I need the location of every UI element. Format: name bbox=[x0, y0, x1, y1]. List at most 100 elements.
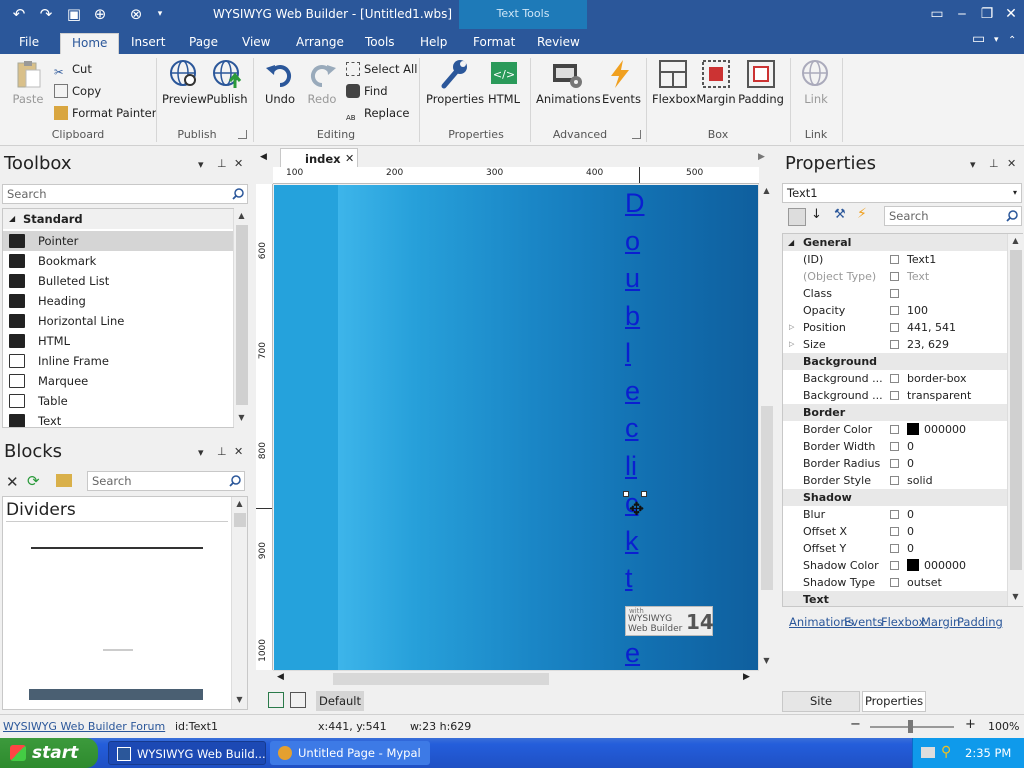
tab-file[interactable]: File bbox=[8, 33, 50, 54]
prop-row-id[interactable]: (ID) Text1 bbox=[783, 251, 1007, 268]
select-all-button[interactable]: Select All bbox=[346, 60, 417, 78]
undo-icon[interactable]: ↶ bbox=[9, 4, 29, 24]
save-icon[interactable]: ▣ bbox=[64, 4, 84, 24]
toolbox-scrollbar[interactable]: ▲ ▼ bbox=[233, 209, 249, 427]
scroll-up-icon[interactable]: ▲ bbox=[759, 184, 774, 198]
toolbox-item-horizontal-line[interactable]: Horizontal Line bbox=[3, 311, 233, 331]
divider-block-2[interactable] bbox=[103, 649, 133, 651]
toolbox-item-pointer[interactable]: Pointer bbox=[3, 231, 233, 251]
copy-button[interactable]: Copy bbox=[54, 82, 101, 100]
paste-button[interactable]: Paste bbox=[8, 58, 48, 120]
customize-quick-access-icon[interactable]: ▾ bbox=[150, 4, 170, 24]
page-settings-icon[interactable] bbox=[290, 692, 306, 708]
prop-row-opacity[interactable]: Opacity 100 bbox=[783, 302, 1007, 319]
prop-row-border-width[interactable]: Border Width 0 bbox=[783, 438, 1007, 455]
prop-category-border[interactable]: Border bbox=[783, 404, 1007, 421]
publish-dialog-launcher[interactable] bbox=[238, 130, 247, 139]
padding-button[interactable]: Padding bbox=[738, 58, 784, 120]
prop-row-background-clip[interactable]: Background ... border-box bbox=[783, 370, 1007, 387]
properties-close-icon[interactable]: ✕ bbox=[1007, 157, 1016, 170]
toolbox-pin-icon[interactable]: ⊥ bbox=[217, 157, 227, 170]
scroll-down-icon[interactable]: ▼ bbox=[234, 411, 249, 425]
toolbox-scroll-thumb[interactable] bbox=[236, 225, 248, 405]
divider-block-1[interactable] bbox=[31, 547, 203, 549]
blocks-search-input[interactable]: Search bbox=[87, 471, 245, 491]
tab-scroll-right-icon[interactable]: ▶ bbox=[758, 152, 765, 162]
advanced-dialog-launcher[interactable] bbox=[632, 130, 641, 139]
link-events[interactable]: Events bbox=[844, 615, 883, 629]
minimize-icon[interactable]: ‒ bbox=[950, 3, 974, 25]
toolbox-menu-icon[interactable]: ▾ bbox=[198, 158, 204, 171]
keyboard-icon[interactable] bbox=[921, 747, 935, 758]
account-icon[interactable]: ▭ bbox=[972, 31, 992, 51]
publish-globe-icon[interactable]: ⊗ bbox=[126, 4, 146, 24]
toolbox-item-marquee[interactable]: Marquee bbox=[3, 371, 233, 391]
tab-properties[interactable]: Properties bbox=[862, 691, 926, 712]
toolbox-item-bulleted-list[interactable]: Bulleted List bbox=[3, 271, 233, 291]
close-tab-icon[interactable]: ✕ bbox=[345, 152, 354, 165]
tab-review[interactable]: Review bbox=[526, 33, 591, 54]
scroll-up-icon[interactable]: ▲ bbox=[232, 497, 247, 511]
tab-tools[interactable]: Tools bbox=[354, 33, 406, 54]
toolbox-item-bookmark[interactable]: Bookmark bbox=[3, 251, 233, 271]
zoom-slider-thumb[interactable] bbox=[908, 720, 913, 733]
scroll-right-icon[interactable]: ▶ bbox=[743, 672, 750, 682]
delete-block-icon[interactable]: ✕ bbox=[6, 473, 19, 491]
task-wysiwyg[interactable]: WYSIWYG Web Build... bbox=[108, 741, 266, 765]
prop-row-shadow-color[interactable]: Shadow Color 000000 bbox=[783, 557, 1007, 574]
properties-search-input[interactable]: Search bbox=[884, 206, 1022, 226]
close-icon[interactable]: ✕ bbox=[999, 3, 1023, 25]
animations-button[interactable]: Animations bbox=[536, 58, 601, 120]
redo-icon[interactable]: ↷ bbox=[36, 4, 56, 24]
restore-icon[interactable]: ❐ bbox=[975, 3, 999, 25]
blocks-scroll-thumb[interactable] bbox=[234, 513, 246, 527]
tab-format[interactable]: Format bbox=[462, 33, 526, 54]
prop-row-offset-x[interactable]: Offset X0 bbox=[783, 523, 1007, 540]
editor-hscroll-thumb[interactable] bbox=[333, 673, 549, 685]
refresh-icon[interactable]: ⟳ bbox=[27, 472, 40, 490]
prop-row-border-color[interactable]: Border Color 000000 bbox=[783, 421, 1007, 438]
toolbox-item-text[interactable]: Text bbox=[3, 411, 233, 427]
selection-handle[interactable] bbox=[623, 491, 629, 497]
cut-button[interactable]: ✂ Cut bbox=[54, 60, 92, 79]
scroll-up-icon[interactable]: ▲ bbox=[234, 209, 249, 223]
html-button[interactable]: </> HTML bbox=[486, 58, 522, 120]
editor-horizontal-scrollbar[interactable]: ◀ ▶ bbox=[273, 670, 759, 686]
tab-home[interactable]: Home bbox=[60, 33, 120, 54]
flexbox-button[interactable]: Flexbox bbox=[652, 58, 696, 120]
object-selector[interactable]: Text1 ▾ bbox=[782, 183, 1022, 203]
publish-button[interactable]: Publish bbox=[204, 58, 250, 120]
prop-row-size[interactable]: ▷ Size 23, 629 bbox=[783, 336, 1007, 353]
blocks-pin-icon[interactable]: ⊥ bbox=[217, 445, 227, 458]
find-button[interactable]: Find bbox=[346, 82, 388, 100]
tab-site-manager[interactable]: Site Manager bbox=[782, 691, 860, 727]
link-padding[interactable]: Padding bbox=[957, 615, 1003, 629]
margin-button[interactable]: Margin bbox=[696, 58, 736, 120]
preview-icon[interactable]: ⊕ bbox=[90, 4, 110, 24]
prop-row-object-type[interactable]: (Object Type) Text bbox=[783, 268, 1007, 285]
account-dropdown-icon[interactable]: ▾ bbox=[994, 35, 999, 45]
prop-category-background[interactable]: Background bbox=[783, 353, 1007, 370]
tab-insert[interactable]: Insert bbox=[120, 33, 176, 54]
replace-button[interactable]: AB Replace bbox=[346, 104, 410, 122]
categorized-icon[interactable] bbox=[788, 208, 806, 226]
lightning-icon[interactable]: ⚡ bbox=[857, 206, 867, 222]
search-tray-icon[interactable]: ⚲ bbox=[941, 744, 951, 760]
properties-pin-icon[interactable]: ⊥ bbox=[989, 157, 999, 170]
blocks-scrollbar[interactable]: ▲ ▼ bbox=[231, 497, 247, 709]
scroll-down-icon[interactable]: ▼ bbox=[232, 693, 247, 707]
scroll-left-icon[interactable]: ◀ bbox=[277, 672, 284, 682]
properties-scroll-thumb[interactable] bbox=[1010, 250, 1022, 570]
document-tab-index[interactable]: index ✕ bbox=[280, 148, 358, 167]
prop-category-shadow[interactable]: Shadow bbox=[783, 489, 1007, 506]
task-mypal[interactable]: Untitled Page - Mypal bbox=[270, 741, 430, 765]
editor-vertical-scrollbar[interactable]: ▲ ▼ bbox=[758, 184, 774, 670]
undo-button[interactable]: Undo bbox=[260, 58, 300, 120]
properties-button[interactable]: Properties bbox=[426, 58, 484, 120]
prop-row-class[interactable]: Class bbox=[783, 285, 1007, 302]
zoom-out-icon[interactable]: − bbox=[850, 717, 861, 732]
folder-icon[interactable] bbox=[56, 474, 72, 487]
divider-block-3[interactable] bbox=[29, 689, 203, 700]
toolbox-search-input[interactable]: Search bbox=[2, 184, 248, 204]
scroll-down-icon[interactable]: ▼ bbox=[759, 654, 774, 668]
